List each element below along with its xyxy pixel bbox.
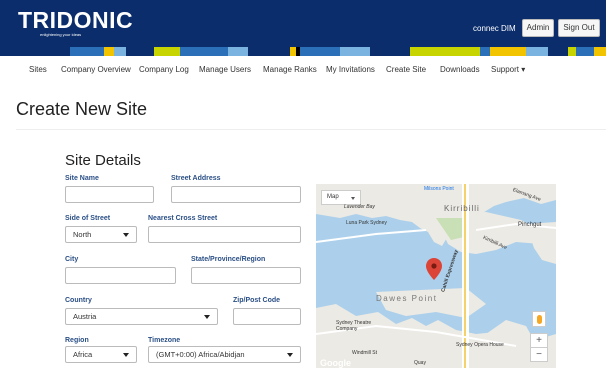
nav-company-overview[interactable]: Company Overview	[61, 65, 131, 74]
map-label-milsons-point: Milsons Point	[424, 186, 454, 192]
top-header: TRIDONIC enlightening your ideas connec …	[0, 0, 606, 47]
map-label-lavender-bay: Lavender Bay	[344, 204, 375, 210]
nav-downloads[interactable]: Downloads	[440, 65, 480, 74]
street-view-pegman-icon[interactable]	[532, 311, 546, 327]
timezone-select[interactable]: (GMT+0:00) Africa/Abidjan	[148, 346, 301, 363]
country-label: Country	[65, 297, 92, 304]
zoom-out-button[interactable]: −	[530, 347, 548, 362]
page-title: Create New Site	[16, 99, 148, 119]
location-map[interactable]: Map Milsons Point Lavender Bay Luna Park…	[316, 184, 556, 368]
zoom-in-button[interactable]: +	[530, 333, 548, 348]
nav-manage-ranks[interactable]: Manage Ranks	[263, 65, 317, 74]
city-input[interactable]	[65, 267, 176, 284]
map-type-select[interactable]: Map	[321, 190, 361, 205]
zip-label: Zip/Post Code	[233, 297, 281, 304]
state-input[interactable]	[191, 267, 301, 284]
city-label: City	[65, 256, 79, 263]
nav-create-site[interactable]: Create Site	[386, 65, 426, 74]
google-logo: Google	[320, 358, 351, 368]
map-label-sydney-theatre: Sydney Theatre Company	[336, 320, 372, 332]
timezone-label: Timezone	[148, 337, 181, 344]
logo-wordmark: TRIDONIC	[18, 7, 134, 33]
state-label: State/Province/Region	[191, 256, 266, 263]
nearest-cross-street-label: Nearest Cross Street	[148, 215, 218, 222]
map-label-windmill-st: Windmill St	[352, 350, 378, 356]
tridonic-logo[interactable]: TRIDONIC enlightening your ideas	[18, 7, 134, 38]
map-label-pinchgut: Pinchgut	[518, 222, 542, 228]
nav-support[interactable]: Support ▾	[491, 65, 525, 74]
map-label-dawes-point: Dawes Point	[376, 294, 438, 303]
zip-input[interactable]	[233, 308, 301, 325]
nav-manage-users[interactable]: Manage Users	[199, 65, 251, 74]
side-of-street-label: Side of Street	[65, 215, 111, 222]
admin-button[interactable]: Admin	[522, 19, 554, 37]
nearest-cross-street-input[interactable]	[148, 226, 301, 243]
region-label: Region	[65, 337, 89, 344]
current-user-name: connec DIM	[473, 24, 516, 33]
sign-out-button[interactable]: Sign Out	[558, 19, 600, 37]
site-name-input[interactable]	[65, 186, 154, 203]
street-address-label: Street Address	[171, 175, 221, 182]
side-of-street-select[interactable]: North	[65, 226, 137, 243]
brand-color-stripe	[0, 47, 606, 56]
nav-sites[interactable]: Sites	[29, 65, 47, 74]
region-select[interactable]: Africa	[65, 346, 137, 363]
street-address-input[interactable]	[171, 186, 301, 203]
site-name-label: Site Name	[65, 175, 99, 182]
map-label-luna-park: Luna Park Sydney	[346, 220, 387, 226]
main-nav: Sites Company Overview Company Log Manag…	[0, 56, 606, 84]
map-marker-pin[interactable]	[426, 258, 442, 280]
section-title: Site Details	[65, 152, 141, 169]
nav-company-log[interactable]: Company Log	[139, 65, 189, 74]
title-divider	[16, 129, 606, 130]
country-select[interactable]: Austria	[65, 308, 218, 325]
nav-my-invitations[interactable]: My Invitations	[326, 65, 375, 74]
map-label-opera-house: Sydney Opera House	[456, 342, 504, 348]
map-label-quay: Quay	[414, 360, 426, 366]
map-label-kirribilli: Kirribilli	[444, 204, 480, 213]
map-canvas[interactable]	[316, 184, 556, 368]
